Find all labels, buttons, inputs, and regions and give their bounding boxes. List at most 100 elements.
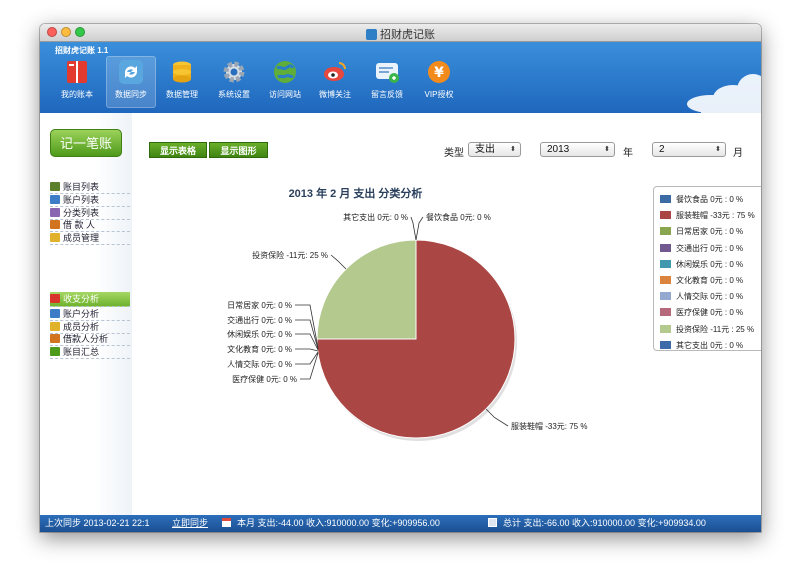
legend-item[interactable]: 餐饮食品 0元 : 0 % (660, 194, 743, 206)
legend-item[interactable]: 其它支出 0元 : 0 % (660, 340, 743, 352)
gear-icon (223, 61, 245, 83)
toolbar-button-3[interactable]: 系统设置 (209, 56, 259, 108)
sidebar-item-group2-1[interactable]: 账户分析 (50, 308, 130, 321)
legend-swatch (660, 324, 671, 333)
legend-item[interactable]: 文化教育 0元 : 0 % (660, 275, 743, 287)
toolbar-button-1[interactable]: 数据同步 (106, 56, 156, 108)
legend-swatch (660, 243, 671, 252)
sync-now-link[interactable]: 立即同步 (172, 515, 208, 532)
window-title: 招财虎记账 (40, 26, 761, 42)
database-icon (173, 61, 191, 83)
app-icon (366, 29, 377, 40)
pie-icon (50, 294, 60, 303)
pie-label-connector (415, 216, 424, 241)
toolbar-button-2[interactable]: 数据管理 (157, 56, 207, 108)
sidebar-item-group1-1[interactable]: 账户列表 (50, 194, 130, 207)
legend-swatch (660, 227, 671, 236)
legend-item[interactable]: 医疗保健 0元 : 0 % (660, 307, 743, 319)
feedback-icon (376, 63, 399, 83)
svg-text:¥: ¥ (434, 65, 444, 81)
member-icon (50, 233, 60, 243)
pie-label: 医疗保健 0元: 0 % (232, 374, 297, 384)
pie-label-connector (485, 408, 509, 427)
weibo-icon (324, 62, 346, 81)
pie-label: 交通出行 0元: 0 % (227, 315, 292, 325)
sidebar-item-label: 借 款 人 (63, 220, 96, 231)
legend-item[interactable]: 休闲娱乐 0元 : 0 % (660, 259, 743, 271)
ledger-book-icon (67, 61, 87, 83)
calendar-icon (222, 518, 231, 527)
list-icon (50, 182, 60, 191)
sidebar-item-label: 成员管理 (63, 233, 100, 244)
pie-label-connector (330, 254, 347, 270)
app-window: 招财虎记账 招财虎记账 1.1 我的账本 数据同步 数据管理 系统设置 访问网站 微博关注… (40, 24, 761, 532)
pie-label: 服装鞋帽 -33元: 75 % (511, 421, 587, 431)
legend-item[interactable]: 交通出行 0元 : 0 % (660, 243, 743, 255)
member-icon (50, 321, 60, 331)
toolbar-button-7[interactable]: ¥ VIP授权 (414, 56, 464, 108)
toolbar-button-0[interactable]: 我的账本 (52, 56, 102, 108)
pie-label: 投资保险 -11元: 25 % (252, 250, 328, 260)
pie-chart: 餐饮食品 0元: 0 % 服装鞋帽 -33元: 75 % 日常居家 0元: 0 % 交… (227, 212, 587, 441)
clouds-decoration-icon (687, 74, 761, 113)
legend-text: 人情交际 0元 : 0 % (676, 292, 744, 302)
globe-icon (274, 61, 296, 83)
total-summary-text: 总计 支出:-66.00 收入:910000.00 变化:+909934.00 (503, 518, 706, 528)
legend-text: 服装鞋帽 -33元 : 75 % (676, 211, 755, 221)
sidebar-item-group2-2[interactable]: 成员分析 (50, 321, 130, 334)
sidebar-item-label: 成员分析 (63, 321, 100, 332)
pie-label: 餐饮食品 0元: 0 % (426, 212, 491, 222)
chart-legend: 餐饮食品 0元 : 0 % 服装鞋帽 -33元 : 75 % 日常居家 0元 : 0… (653, 186, 761, 351)
legend-item[interactable]: 投资保险 -11元 : 25 % (660, 324, 754, 336)
last-sync-text: 上次同步 2013-02-21 22:1 (45, 518, 150, 528)
summary-icon (50, 347, 60, 357)
record-entry-button[interactable]: 记一笔账 (50, 129, 122, 157)
analysis-panel: 显示表格 显示图形 类型 支出 ⬍ 2013 ⬍ 年 2 ⬍ 月 2013 年 2 月… (132, 113, 761, 515)
status-bar: 上次同步 2013-02-21 22:1 立即同步 本月 支出:-44.00 收… (40, 515, 761, 532)
legend-swatch (660, 276, 671, 284)
legend-swatch (660, 195, 671, 203)
legend-text: 投资保险 -11元 : 25 % (676, 324, 755, 334)
legend-swatch (660, 340, 671, 349)
toolbar-button-5[interactable]: 微博关注 (310, 56, 360, 108)
toolbar-button-4[interactable]: 访问网站 (260, 56, 310, 108)
toolbar-button-label: 数据同步 (115, 90, 147, 99)
yen-icon: ¥ (428, 61, 450, 83)
legend-item[interactable]: 日常居家 0元 : 0 % (660, 226, 743, 238)
legend-text: 其它支出 0元 : 0 % (676, 340, 744, 350)
window-title-text: 招财虎记账 (380, 29, 435, 41)
sidebar-item-label: 账目汇总 (63, 347, 100, 358)
toolbar-button-label: 系统设置 (218, 90, 250, 99)
sidebar: 记一笔账 账目列表 账户列表 分类列表借 款 人成员管理收支分析账户分析 成员分析 借款… (40, 113, 132, 515)
account-icon (50, 308, 60, 318)
sidebar-item-group2-0[interactable]: 收支分析 (50, 292, 130, 307)
pie-label-connector (300, 352, 319, 380)
pie-label-connector (295, 304, 319, 349)
month-select[interactable]: 2 ⬍ (652, 142, 726, 157)
pie-label: 其它支出 0元: 0 % (343, 212, 408, 222)
sidebar-item-group1-3[interactable]: 借 款 人 (50, 219, 130, 233)
toolbar-button-6[interactable]: 留言反馈 (362, 56, 412, 108)
sidebar-item-label: 分类列表 (63, 207, 100, 218)
pie-label: 休闲娱乐 0元: 0 % (227, 329, 292, 339)
month-summary-text: 本月 支出:-44.00 收入:910000.00 变化:+909956.00 (237, 518, 440, 528)
legend-item[interactable]: 人情交际 0元 : 0 % (660, 291, 743, 303)
title-bar: 招财虎记账 (40, 24, 761, 42)
sidebar-item-group2-3[interactable]: 借款人分析 (50, 333, 130, 347)
sidebar-item-label: 收支分析 (63, 294, 100, 304)
sidebar-item-group1-4[interactable]: 成员管理 (50, 232, 130, 246)
borrower-icon (50, 220, 60, 230)
pie-slice-8[interactable] (316, 239, 417, 340)
legend-text: 医疗保健 0元 : 0 % (676, 308, 744, 318)
month-select-value: 2 (659, 144, 665, 155)
sidebar-item-group1-2[interactable]: 分类列表 (50, 207, 130, 220)
toolbar-button-label: 我的账本 (61, 90, 93, 99)
legend-text: 交通出行 0元 : 0 % (676, 243, 744, 253)
toolbar-button-label: 访问网站 (269, 90, 301, 99)
legend-item[interactable]: 服装鞋帽 -33元 : 75 % (660, 210, 755, 222)
category-icon (50, 207, 60, 217)
sidebar-item-group1-0[interactable]: 账目列表 (50, 181, 130, 194)
legend-swatch (660, 211, 671, 220)
sidebar-item-group2-4[interactable]: 账目汇总 (50, 346, 130, 360)
legend-text: 文化教育 0元 : 0 % (676, 276, 744, 285)
